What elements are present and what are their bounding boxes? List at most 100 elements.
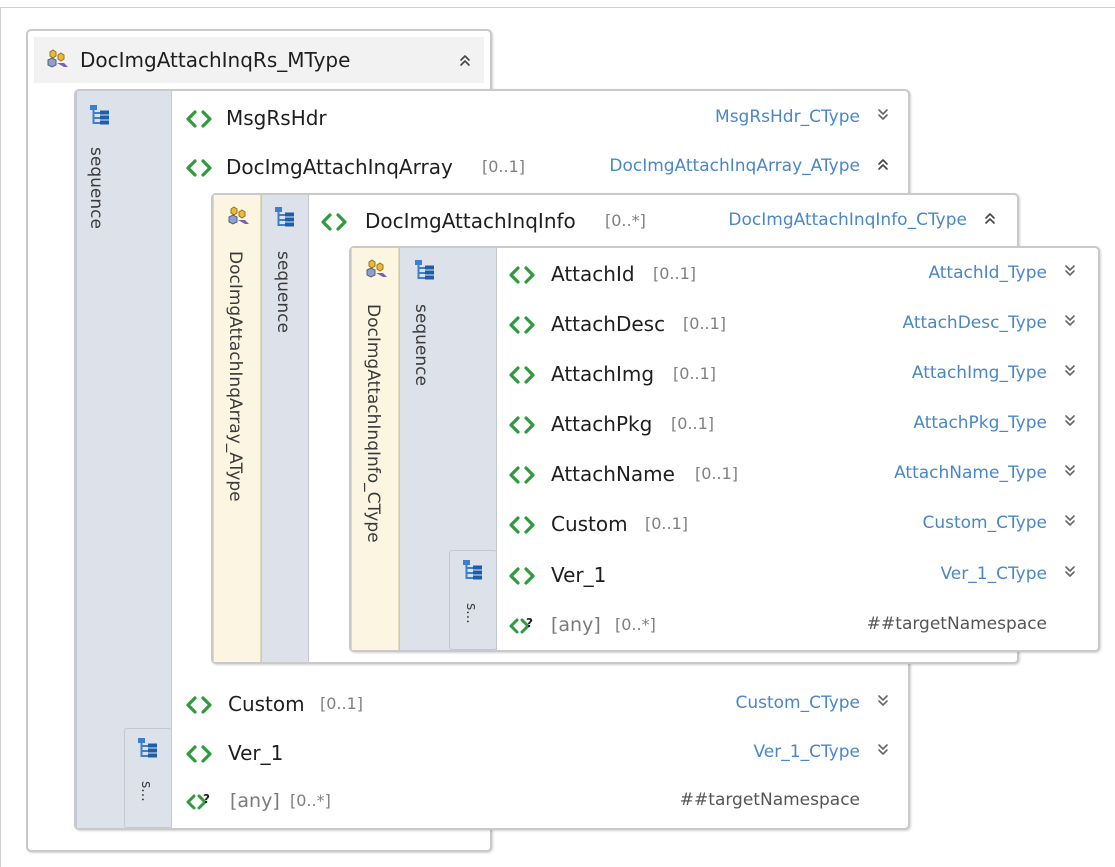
element-type-link[interactable]: DocImgAttachInqArray_AType [609, 156, 860, 176]
any-label: [any] [551, 614, 601, 636]
element-type-link[interactable]: AttachPkg_Type [913, 413, 1047, 433]
element-name: AttachImg [551, 362, 655, 386]
element-row-attachdesc[interactable]: AttachDesc [0..1] AttachDesc_Type [509, 308, 1089, 340]
info-type-bar[interactable]: DocImgAttachInqInfo_CType [351, 248, 399, 650]
double-chevron-down-icon[interactable] [1063, 364, 1077, 378]
any-cardinality: [0..*] [615, 615, 656, 634]
element-icon [509, 266, 535, 284]
double-chevron-down-icon[interactable] [1063, 414, 1077, 428]
any-namespace: ##targetNamespace [679, 790, 860, 810]
element-name: DocImgAttachInqArray [226, 155, 453, 179]
element-icon [186, 745, 212, 763]
element-cardinality: [0..1] [320, 694, 364, 713]
element-icon [509, 516, 535, 534]
element-row-msgrshdr[interactable]: MsgRsHdr MsgRsHdr_CType [186, 102, 896, 134]
element-name: AttachId [551, 262, 635, 286]
element-name: Ver_1 [228, 741, 284, 765]
any-label: [any] [230, 790, 280, 812]
element-type-link[interactable]: Custom_CType [735, 693, 860, 713]
element-icon [509, 466, 535, 484]
element-icon [186, 696, 212, 714]
sequence-icon [462, 559, 484, 581]
element-icon [509, 316, 535, 334]
any-row[interactable]: [any] [0..*] ##targetNamespace [509, 609, 1089, 641]
complex-type-icon [44, 49, 70, 71]
double-chevron-up-icon[interactable] [983, 211, 997, 225]
double-chevron-down-icon[interactable] [1063, 314, 1077, 328]
element-type-link[interactable]: DocImgAttachInqInfo_CType [728, 210, 967, 230]
element-name: AttachPkg [551, 412, 653, 436]
double-chevron-down-icon[interactable] [876, 694, 890, 708]
double-chevron-down-icon[interactable] [1063, 565, 1077, 579]
element-cardinality: [0..*] [605, 211, 646, 230]
complex-type-icon [363, 259, 389, 281]
array-type-bar[interactable]: DocImgAttachInqArray_AType [213, 195, 261, 662]
any-element-icon [509, 616, 533, 634]
canvas-top-border [0, 7, 1115, 8]
element-type-link[interactable]: Custom_CType [922, 513, 1047, 533]
element-type-link[interactable]: AttachId_Type [928, 263, 1047, 283]
element-row-attachimg[interactable]: AttachImg [0..1] AttachImg_Type [509, 358, 1089, 390]
element-icon [321, 213, 347, 231]
element-type-link[interactable]: Ver_1_CType [754, 742, 861, 762]
element-name: Ver_1 [551, 563, 607, 587]
element-type-link[interactable]: AttachName_Type [894, 463, 1047, 483]
element-name: Custom [228, 692, 305, 716]
element-icon [509, 366, 535, 384]
element-icon [509, 416, 535, 434]
double-chevron-down-icon[interactable] [1063, 514, 1077, 528]
root-type-header[interactable]: DocImgAttachInqRs_MType [34, 37, 484, 83]
element-icon [186, 110, 212, 128]
sequence-icon [414, 259, 436, 281]
double-chevron-up-icon[interactable] [458, 53, 472, 67]
sequence-icon [137, 737, 159, 759]
root-sequence-mini[interactable]: s... [124, 728, 172, 828]
double-chevron-up-icon[interactable] [876, 157, 890, 171]
element-icon [186, 159, 212, 177]
element-cardinality: [0..1] [645, 514, 689, 533]
complex-type-icon [225, 206, 251, 228]
root-type-title: DocImgAttachInqRs_MType [80, 48, 351, 72]
sequence-icon [89, 104, 111, 126]
any-namespace: ##targetNamespace [866, 614, 1047, 634]
element-cardinality: [0..1] [673, 364, 717, 383]
canvas-left-border [0, 7, 1, 867]
element-row-custom[interactable]: Custom [0..1] Custom_CType [509, 508, 1089, 540]
element-type-link[interactable]: AttachDesc_Type [903, 313, 1048, 333]
element-row-ver-1[interactable]: Ver_1 Ver_1_CType [509, 559, 1089, 591]
element-type-link[interactable]: MsgRsHdr_CType [715, 107, 860, 127]
root-sequence-bar[interactable]: sequence [76, 91, 172, 828]
element-row-ver-1[interactable]: Ver_1 Ver_1_CType [186, 737, 896, 769]
sequence-icon [274, 206, 296, 228]
element-row-attachpkg[interactable]: AttachPkg [0..1] AttachPkg_Type [509, 408, 1089, 440]
element-type-link[interactable]: Ver_1_CType [941, 564, 1048, 584]
element-row-attachname[interactable]: AttachName [0..1] AttachName_Type [509, 458, 1089, 490]
element-name: AttachName [551, 462, 675, 486]
element-icon [509, 567, 535, 585]
element-cardinality: [0..1] [671, 414, 715, 433]
element-type-link[interactable]: AttachImg_Type [912, 363, 1047, 383]
any-row[interactable]: [any] [0..*] ##targetNamespace [186, 785, 896, 817]
sequence-short-label: s... [463, 603, 479, 624]
info-sequence-mini[interactable]: s... [449, 550, 497, 650]
sequence-label: sequence [411, 304, 431, 386]
double-chevron-down-icon[interactable] [1063, 264, 1077, 278]
array-sequence-bar[interactable]: sequence [261, 195, 309, 662]
element-row-docimgattachinqarray[interactable]: DocImgAttachInqArray [0..1] DocImgAttach… [186, 151, 896, 183]
info-type-box: DocImgAttachInqInfo_CType sequence s... … [349, 246, 1100, 652]
sequence-label: sequence [86, 147, 106, 229]
element-row-attachid[interactable]: AttachId [0..1] AttachId_Type [509, 258, 1089, 290]
element-cardinality: [0..1] [695, 464, 739, 483]
type-label: DocImgAttachInqInfo_CType [363, 304, 383, 543]
element-row-custom[interactable]: Custom [0..1] Custom_CType [186, 688, 896, 720]
double-chevron-down-icon[interactable] [876, 108, 890, 122]
double-chevron-down-icon[interactable] [876, 743, 890, 757]
element-name: Custom [551, 512, 628, 536]
element-row-docimgattachinqinfo[interactable]: DocImgAttachInqInfo [0..*] DocImgAttachI… [321, 205, 1011, 237]
any-element-icon [186, 792, 210, 810]
type-label: DocImgAttachInqArray_AType [225, 251, 245, 502]
sequence-short-label: s... [138, 781, 154, 802]
element-cardinality: [0..1] [482, 157, 526, 176]
element-name: MsgRsHdr [226, 106, 327, 130]
double-chevron-down-icon[interactable] [1063, 464, 1077, 478]
